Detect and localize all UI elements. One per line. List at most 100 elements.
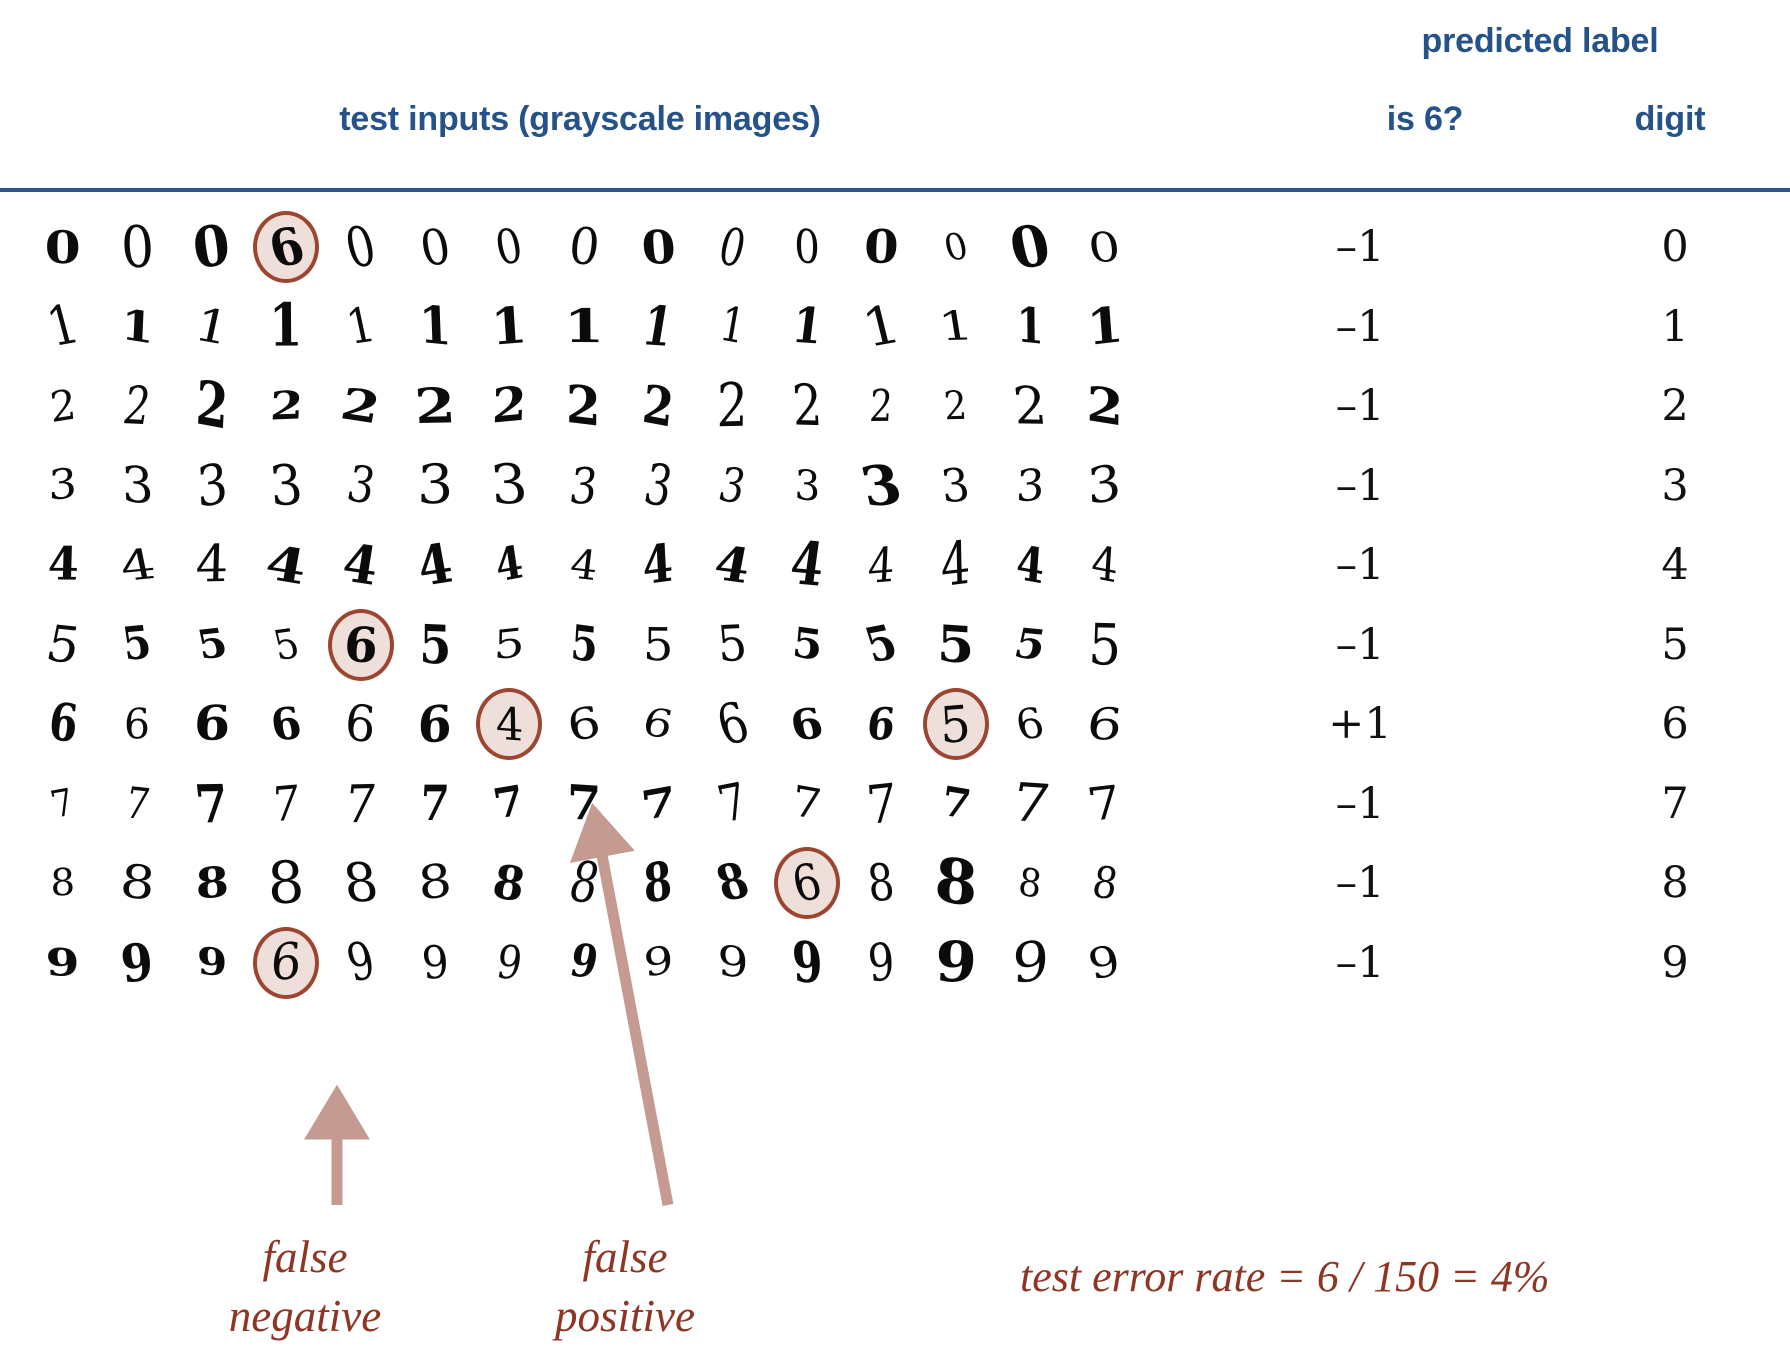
handwritten-digit: 5 xyxy=(715,615,750,674)
handwritten-digit: 3 xyxy=(566,456,602,515)
handwritten-digit: 5 xyxy=(1087,611,1123,678)
digit-cell: 0 xyxy=(621,210,695,284)
digit-cell: 4 xyxy=(993,528,1067,602)
digit-cell: 9 xyxy=(844,926,918,1000)
digit-cell: 3 xyxy=(398,449,472,523)
digit-cell: 6 xyxy=(249,210,323,284)
digit-cell: 9 xyxy=(770,926,844,1000)
handwritten-digit: 7 xyxy=(418,774,452,832)
handwritten-digit: 4 xyxy=(866,535,896,595)
handwritten-digit: 9 xyxy=(865,931,898,994)
handwritten-digit: 3 xyxy=(714,456,751,515)
digit-cell: 0 xyxy=(770,210,844,284)
handwritten-digit: 2 xyxy=(790,372,824,440)
digit-cell: 2 xyxy=(100,369,174,443)
prediction-row: –1 8 xyxy=(1160,846,1790,920)
digit-cell: 9 xyxy=(696,926,770,1000)
digit-cell: 9 xyxy=(175,926,249,1000)
digit-cell: 2 xyxy=(547,369,621,443)
handwritten-digit: 0 xyxy=(793,217,821,276)
digit-cell: 6 xyxy=(844,687,918,761)
handwritten-digit: 9 xyxy=(1011,928,1049,997)
digit-cell: 2 xyxy=(472,369,546,443)
digit-cell: 6 xyxy=(249,687,323,761)
handwritten-digit: 2 xyxy=(119,375,156,437)
prediction-row: –1 1 xyxy=(1160,290,1790,364)
digit-cell: 1 xyxy=(696,290,770,364)
handwritten-digit: 5 xyxy=(119,616,156,672)
digit-cell: 9 xyxy=(26,926,100,1000)
digit-cell: 5 xyxy=(844,608,918,682)
digit-cell: 6 xyxy=(696,687,770,761)
header-test-inputs: test inputs (grayscale images) xyxy=(339,100,821,138)
digit-cell: 9 xyxy=(100,926,174,1000)
digit-row-0: 000600000000000 xyxy=(0,210,1160,284)
handwritten-digit: 9 xyxy=(45,939,81,985)
digit-cell: 1 xyxy=(1068,290,1142,364)
handwritten-digit: 5 xyxy=(568,613,600,674)
prediction-is-six-value: –1 xyxy=(1335,222,1385,272)
digit-cell: 0 xyxy=(324,210,398,284)
handwritten-digit: 6 xyxy=(342,692,379,756)
handwritten-digit: 2 xyxy=(1085,374,1124,438)
prediction-digit-value: 9 xyxy=(1661,937,1689,988)
digit-cell: 1 xyxy=(993,290,1067,364)
handwritten-digit: 0 xyxy=(939,224,973,269)
digit-cell: 7 xyxy=(547,767,621,841)
handwritten-digit: 5 xyxy=(192,619,232,669)
digit-cell: 4 xyxy=(547,528,621,602)
digit-cell: 8 xyxy=(919,843,993,921)
digit-cell: 2 xyxy=(770,369,844,443)
handwritten-digit: 6 xyxy=(638,700,678,748)
digit-cell: 3 xyxy=(993,449,1067,523)
digit-row-9: 999699999999999 xyxy=(0,926,1160,1000)
digit-row-8: 888888888868888 xyxy=(0,843,1160,921)
handwritten-digit: 1 xyxy=(1016,296,1044,356)
prediction-digit-value: 8 xyxy=(1661,858,1689,908)
handwritten-digit: 8 xyxy=(865,852,898,914)
digit-cell: 0 xyxy=(844,210,918,284)
handwritten-digit: 4 xyxy=(1014,534,1046,596)
prediction-row: –1 9 xyxy=(1160,926,1790,1000)
digit-cell: 3 xyxy=(1068,449,1142,523)
prediction-row: –1 2 xyxy=(1160,369,1790,443)
digit-cell: 0 xyxy=(175,210,249,284)
prediction-digit-value: 0 xyxy=(1661,222,1689,272)
handwritten-digit: 9 xyxy=(1084,935,1126,990)
digit-cell: 6 xyxy=(770,687,844,761)
digit-cell: 1 xyxy=(621,290,695,364)
prediction-digit-value: 5 xyxy=(1661,619,1689,670)
digit-cell: 8 xyxy=(696,846,770,920)
digit-cell: 8 xyxy=(621,846,695,920)
handwritten-digit: 7 xyxy=(711,772,754,835)
handwritten-digit: 4 xyxy=(115,539,160,591)
digit-cell: 7 xyxy=(26,767,100,841)
digit-row-2: 222222222222222 xyxy=(0,367,1160,444)
handwritten-digit: 7 xyxy=(1083,774,1126,833)
digit-cell: 7 xyxy=(844,767,918,841)
digit-cell: 1 xyxy=(472,290,546,364)
digit-cell: 4 xyxy=(100,528,174,602)
digit-cell: 8 xyxy=(175,846,249,920)
digit-cell: 1 xyxy=(324,290,398,364)
handwritten-digit: 7 xyxy=(191,772,232,835)
handwritten-digit: 4 xyxy=(940,528,972,602)
digit-cell: 0 xyxy=(398,210,472,284)
digit-cell: 2 xyxy=(696,369,770,443)
handwritten-digit: 5 xyxy=(1010,618,1051,670)
digit-cell: 7 xyxy=(1068,767,1142,841)
digit-cell: 7 xyxy=(472,767,546,841)
digit-cell: 3 xyxy=(770,449,844,523)
handwritten-digit: 8 xyxy=(50,860,76,906)
header-predicted-label: predicted label xyxy=(1421,22,1659,60)
prediction-row: –1 4 xyxy=(1160,528,1790,602)
handwritten-digit: 8 xyxy=(117,854,158,912)
handwritten-digit: 9 xyxy=(934,929,978,995)
handwritten-digit: 6 xyxy=(342,615,379,674)
handwritten-digit: 3 xyxy=(938,457,973,514)
digit-cell: 2 xyxy=(1068,369,1142,443)
digit-cell: 6 xyxy=(770,846,844,920)
handwritten-digit: 1 xyxy=(1084,295,1125,357)
handwritten-digit: 0 xyxy=(639,219,678,275)
prediction-is-six-value: –1 xyxy=(1335,301,1385,352)
